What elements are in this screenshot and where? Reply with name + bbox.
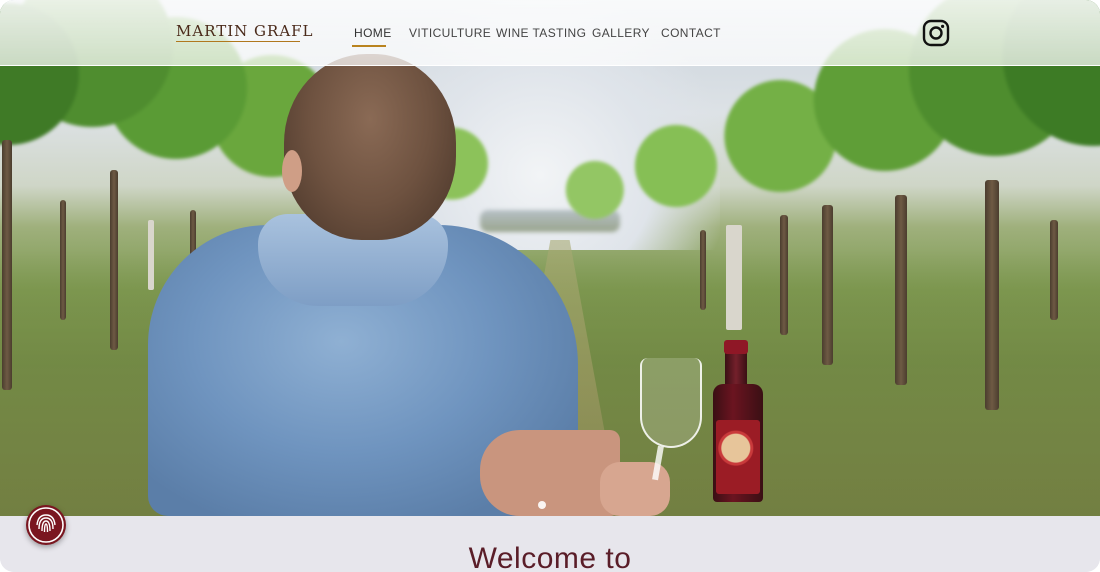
vine-post xyxy=(726,225,742,330)
nav-item-home[interactable]: HOME xyxy=(354,26,392,42)
vine-trunk xyxy=(985,180,999,410)
site-logo[interactable]: MARTIN GRAFL xyxy=(176,22,314,46)
nav-item-gallery[interactable]: GALLERY xyxy=(592,26,650,42)
person-head xyxy=(284,54,456,240)
welcome-title: Welcome to xyxy=(468,542,632,572)
nav-item-contact[interactable]: CONTACT xyxy=(661,26,721,42)
hero-image xyxy=(0,0,1100,516)
vine-trunk xyxy=(1050,220,1058,320)
person-ear xyxy=(282,150,302,192)
wine-glass xyxy=(640,358,702,448)
vine-post xyxy=(148,220,154,290)
page-viewport: MARTIN GRAFL HOME VITICULTURE WINE TASTI… xyxy=(0,0,1100,572)
vine-trunk xyxy=(700,230,706,310)
slide-dot-icon[interactable] xyxy=(538,501,546,509)
nav-item-viticulture[interactable]: VITICULTURE xyxy=(409,26,491,42)
nav-item-wine-tasting[interactable]: WINE TASTING xyxy=(496,26,586,42)
vine-trunk xyxy=(2,140,12,390)
wine-bottle-label xyxy=(716,420,760,494)
logo-underline xyxy=(176,41,300,42)
nav-active-indicator xyxy=(352,45,386,47)
wine-bottle-cap xyxy=(724,340,748,354)
vine-trunk xyxy=(895,195,907,385)
fingerprint-glyph xyxy=(28,507,64,543)
vine-trunk xyxy=(110,170,118,350)
instagram-icon[interactable] xyxy=(922,19,950,47)
vine-trunk xyxy=(60,200,66,320)
vine-trunk xyxy=(822,205,833,365)
person-arm xyxy=(480,430,620,516)
fingerprint-icon[interactable] xyxy=(26,505,66,545)
navbar: MARTIN GRAFL HOME VITICULTURE WINE TASTI… xyxy=(0,0,1100,66)
vine-trunk xyxy=(780,215,788,335)
